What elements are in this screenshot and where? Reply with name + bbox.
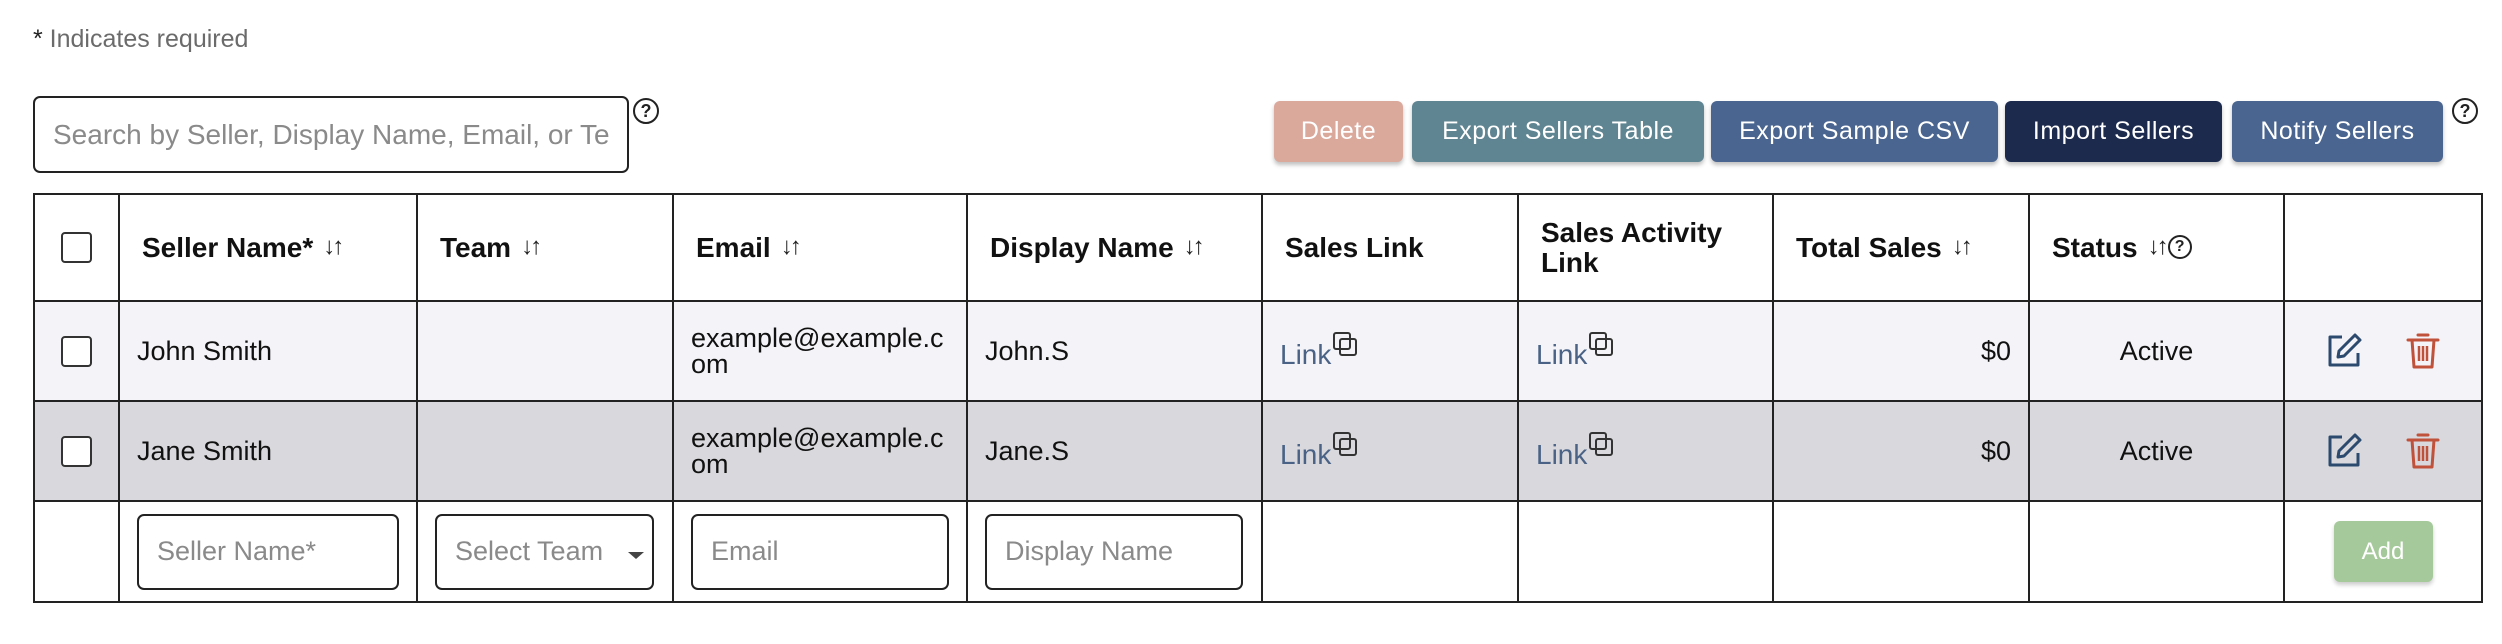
sales-activity-link[interactable]: Link [1536,439,1587,470]
sales-link[interactable]: Link [1280,339,1331,370]
email-input[interactable] [691,513,949,590]
status-help-icon[interactable]: ? [2167,234,2192,259]
total-sales-cell: $0 [1772,300,2030,402]
email-cell: example@example.com [672,300,968,402]
add-row-empty-cell [1772,500,2030,603]
sort-arrows-icon[interactable]: ↓↑ [1952,233,1973,261]
header-team[interactable]: Team ↓↑ [416,193,674,302]
sellers-table: Seller Name* ↓↑ Team ↓↑ Email ↓↑ Display Na… [33,193,2483,603]
sales-link-cell: Link [1261,400,1519,502]
add-team-cell: Select Team [416,500,674,603]
sales-link-cell: Link [1261,300,1519,402]
row-select-cell [33,300,120,402]
trash-icon[interactable] [2406,332,2440,370]
add-display-name-cell [966,500,1263,603]
required-star: * [33,25,43,53]
seller-name-cell: John Smith [118,300,418,402]
add-button[interactable]: Add [2333,521,2433,582]
search-help-icon[interactable]: ? [633,98,659,124]
toolbar-help-icon[interactable]: ? [2452,98,2478,124]
add-email-cell [672,500,968,603]
delete-button[interactable]: Delete [1274,101,1403,162]
team-cell [416,400,674,502]
sales-activity-link-cell: Link [1517,300,1774,402]
row-checkbox[interactable] [61,435,92,467]
seller-name-cell: Jane Smith [118,400,418,502]
display-name-cell: John.S [966,300,1263,402]
team-select[interactable]: Select Team [435,513,654,590]
row-select-cell [33,400,120,502]
select-all-checkbox[interactable] [61,232,92,263]
export-sellers-table-button[interactable]: Export Sellers Table [1412,101,1704,162]
display-name-cell: Jane.S [966,400,1263,502]
actions-cell [2283,300,2483,402]
add-row-empty-cell [1261,500,1519,603]
header-email[interactable]: Email ↓↑ [672,193,968,302]
team-cell [416,300,674,402]
seller-name-input[interactable] [137,513,399,590]
row-checkbox[interactable] [61,335,92,367]
header-email-label: Email [696,231,771,263]
edit-icon[interactable] [2325,332,2363,370]
header-display-name[interactable]: Display Name ↓↑ [966,193,1263,302]
header-actions [2283,193,2483,302]
copy-icon[interactable] [1589,431,1614,456]
edit-icon[interactable] [2325,432,2363,470]
actions-cell [2283,400,2483,502]
import-sellers-button[interactable]: Import Sellers [2005,101,2222,162]
header-sales-activity-link-label: Sales Activity Link [1541,216,1723,278]
sort-arrows-icon[interactable]: ↓↑ [521,233,542,261]
sort-arrows-icon[interactable]: ↓↑ [2148,233,2169,261]
header-seller-name[interactable]: Seller Name* ↓↑ [118,193,418,302]
add-button-cell: Add [2283,500,2483,603]
add-row-empty-cell [1517,500,1774,603]
email-cell: example@example.com [672,400,968,502]
required-note-text: Indicates required [42,25,249,53]
header-status[interactable]: Status ↓↑? [2028,193,2285,302]
sort-arrows-icon[interactable]: ↓↑ [1184,233,1205,261]
team-select-placeholder: Select Team [455,535,604,566]
trash-icon[interactable] [2406,432,2440,470]
status-cell: Active [2028,400,2285,502]
header-display-name-label: Display Name [990,231,1174,263]
sort-arrows-icon[interactable]: ↓↑ [323,233,344,261]
table-row: Jane Smith example@example.com Jane.S Li… [33,400,2483,502]
total-sales-cell: $0 [1772,400,2030,502]
sort-arrows-icon[interactable]: ↓↑ [781,233,802,261]
header-sales-activity-link: Sales Activity Link [1517,193,1774,302]
notify-sellers-button[interactable]: Notify Sellers [2232,101,2443,162]
search-input[interactable] [33,96,629,173]
table-header-row: Seller Name* ↓↑ Team ↓↑ Email ↓↑ Display Na… [33,193,2483,302]
header-sales-link-label: Sales Link [1285,231,1424,263]
header-sales-link: Sales Link [1261,193,1519,302]
add-row-empty-cell [2028,500,2285,603]
header-seller-name-label: Seller Name* [142,231,314,263]
add-seller-name-cell [118,500,418,603]
copy-icon[interactable] [1333,331,1358,356]
sales-link[interactable]: Link [1280,439,1331,470]
header-total-sales-label: Total Sales [1796,231,1942,263]
chevron-down-icon [628,551,644,559]
add-seller-row: Select Team Add [33,500,2483,603]
header-status-label: Status [2052,231,2138,263]
required-note: * Indicates required [33,25,248,54]
table-row: John Smith example@example.com John.S Li… [33,300,2483,402]
header-team-label: Team [440,231,512,263]
header-total-sales[interactable]: Total Sales ↓↑ [1772,193,2030,302]
select-all-cell [33,193,120,302]
sales-activity-link-cell: Link [1517,400,1774,502]
sales-activity-link[interactable]: Link [1536,339,1587,370]
display-name-input[interactable] [985,513,1243,590]
copy-icon[interactable] [1589,331,1614,356]
add-row-empty-cell [33,500,120,603]
status-cell: Active [2028,300,2285,402]
export-sample-csv-button[interactable]: Export Sample CSV [1711,101,1998,162]
copy-icon[interactable] [1333,431,1358,456]
